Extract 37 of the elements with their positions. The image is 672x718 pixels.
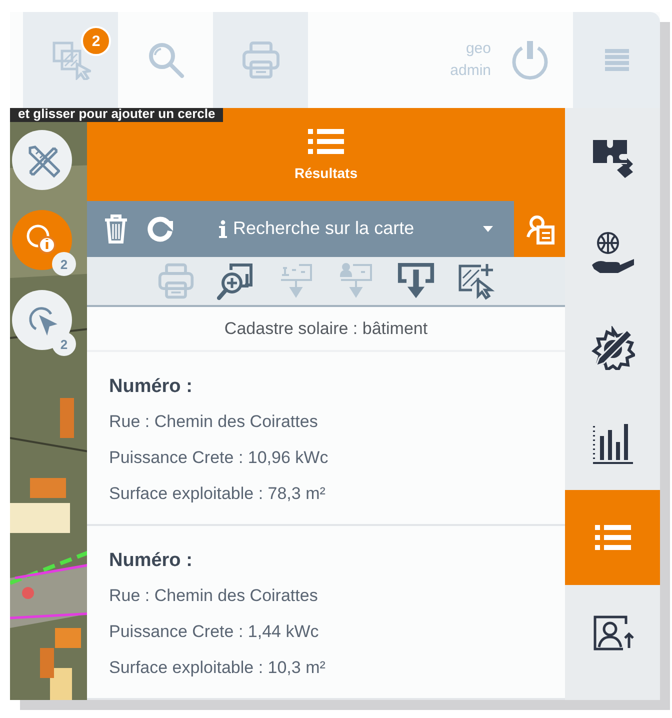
result-field: Surface exploitable : 10,3 m² [109,650,543,686]
result-field: Puissance Crete : 10,96 kWc [109,440,543,476]
printer-icon [240,40,280,80]
trash-icon [103,214,129,244]
panel-title: Résultats [294,165,358,182]
info-icon [219,220,227,238]
layer-title: Cadastre solaire : bâtiment [87,307,565,352]
result-field: Surface exploitable : 78,3 m² [109,476,543,512]
download-list-icon [279,262,313,300]
menu-icon [602,46,630,74]
selection-button[interactable]: 2 [23,12,118,108]
download-person-icon [339,262,373,300]
printer-icon [157,261,195,301]
query-dropdown[interactable]: Recherche sur la carte [189,200,514,257]
gear-pencil-icon [590,326,634,370]
result-field: Puissance Crete : 1,44 kWc [109,614,543,650]
map-hint: et glisser pour ajouter un cercle [10,108,224,122]
edit-selection-icon [457,262,495,300]
refresh-icon [146,214,174,243]
result-heading: Numéro : [109,549,194,573]
result-field: Rue : Chemin des Coirattes [109,578,543,614]
list-icon [594,522,630,552]
count-badge: 2 [81,26,111,56]
zoom-in-icon [217,262,255,300]
download-tray-icon [397,261,435,301]
selection-icon [50,40,90,80]
user-name: geo admin [450,39,491,81]
layer-info-button[interactable] [514,200,565,257]
power-icon [509,39,551,81]
result-heading: Numéro : [109,375,194,399]
profile-upload-icon [592,614,634,652]
caret-icon [482,224,494,233]
document-person-icon [524,212,554,245]
bar-chart-icon [592,422,634,464]
globe-hand-icon [590,230,636,274]
puzzle-icon [590,138,634,178]
result-field: Rue : Chemin des Coirattes [109,404,543,440]
